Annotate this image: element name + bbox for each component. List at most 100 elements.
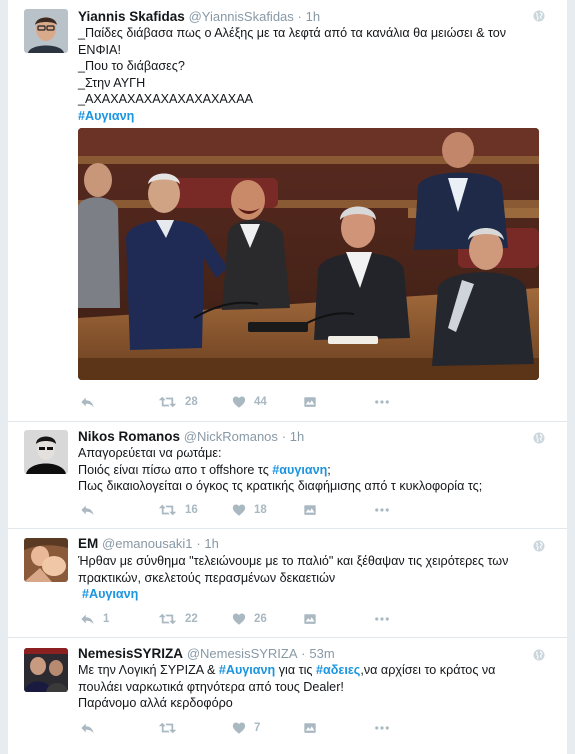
text-segment: για τις bbox=[275, 663, 316, 677]
tweet-text: _Παίδες διάβασα πως ο Αλέξης με τα λεφτά… bbox=[78, 25, 548, 124]
tweet-nemesis-syriza[interactable]: NemesisSYRIZA @NemesisSYRIZA · 53m Με τη… bbox=[8, 638, 567, 754]
more-button[interactable] bbox=[373, 720, 391, 736]
text-line: Απαγορεύεται να ρωτάμε: bbox=[78, 446, 222, 460]
avatar[interactable] bbox=[24, 648, 68, 692]
text-line: ΕΝΦΙΑ! bbox=[78, 42, 121, 57]
timestamp[interactable]: 53m bbox=[309, 646, 334, 661]
tweet-photo[interactable] bbox=[78, 128, 539, 380]
reply-icon bbox=[80, 395, 95, 409]
direct-message-button[interactable] bbox=[303, 502, 317, 518]
timestamp[interactable]: 1h bbox=[306, 9, 320, 24]
message-icon bbox=[303, 503, 317, 517]
text-line: πουλάει ναρκωτικά φτηνότερα από τους Dea… bbox=[78, 679, 344, 694]
separator-dot: · bbox=[281, 429, 287, 444]
heart-icon bbox=[232, 721, 246, 735]
user-handle[interactable]: @NemesisSYRIZA bbox=[187, 646, 298, 661]
text-line: _Παίδες διάβασα πως ο Αλέξης με τα λεφτά… bbox=[78, 26, 507, 40]
tweet-text: Ήρθαν με σύνθημα "τελειώνουμε με το παλι… bbox=[78, 553, 548, 603]
tweet-nikos-romanos[interactable]: Nikos Romanos @NickRomanos · 1h Απαγορεύ… bbox=[8, 422, 567, 529]
like-button[interactable]: 7 bbox=[232, 720, 260, 736]
hashtag-link[interactable]: #Αυγιανη bbox=[78, 108, 548, 125]
text-line: πρακτικών, σκελετούς περασμένων δεκαετιώ… bbox=[78, 570, 336, 585]
more-icon bbox=[373, 395, 391, 409]
avatar[interactable] bbox=[24, 9, 68, 53]
tweet-yiannis-skafidas[interactable]: Yiannis Skafidas @YiannisSkafidas · 1h _… bbox=[8, 0, 567, 422]
reply-button[interactable] bbox=[80, 502, 95, 518]
tweet-header: Yiannis Skafidas @YiannisSkafidas · 1h bbox=[78, 9, 320, 24]
message-icon bbox=[303, 612, 317, 626]
display-name[interactable]: NemesisSYRIZA bbox=[78, 646, 183, 661]
user-handle[interactable]: @YiannisSkafidas bbox=[189, 9, 294, 24]
text-line: Παράνομο αλλά κερδοφόρο bbox=[78, 696, 233, 710]
retweet-button[interactable]: 22 bbox=[158, 611, 198, 627]
retweet-button[interactable]: 28 bbox=[158, 394, 198, 410]
timestamp[interactable]: 1h bbox=[290, 429, 304, 444]
like-button[interactable]: 44 bbox=[232, 394, 267, 410]
tweet-header: Nikos Romanos @NickRomanos · 1h bbox=[78, 429, 304, 444]
text-segment: ; bbox=[327, 462, 331, 477]
retweet-button[interactable] bbox=[158, 720, 177, 736]
text-line: _Στην ΑΥΓΗ bbox=[78, 75, 146, 90]
globe-icon bbox=[533, 540, 545, 552]
retweet-count: 22 bbox=[185, 613, 198, 625]
display-name[interactable]: Nikos Romanos bbox=[78, 429, 180, 444]
tweet-header: EM @emanousaki1 · 1h bbox=[78, 536, 219, 551]
direct-message-button[interactable] bbox=[303, 394, 317, 410]
retweet-icon bbox=[158, 395, 177, 409]
more-icon bbox=[373, 612, 391, 626]
retweet-count: 16 bbox=[185, 504, 198, 516]
tweet-header: NemesisSYRIZA @NemesisSYRIZA · 53m bbox=[78, 646, 335, 661]
tweet-text: Απαγορεύεται να ρωτάμε: Ποιός είναι πίσω… bbox=[78, 445, 548, 495]
message-icon bbox=[303, 721, 317, 735]
tweet-em[interactable]: EM @emanousaki1 · 1h Ήρθαν με σύνθημα "τ… bbox=[8, 529, 567, 638]
tweet-text: Με την Λογική ΣΥΡΙΖΑ & #Αυγιανη για τις … bbox=[78, 662, 548, 712]
reply-icon bbox=[80, 503, 95, 517]
hashtag-link[interactable]: #αδειες bbox=[316, 663, 360, 677]
user-handle[interactable]: @emanousaki1 bbox=[102, 536, 193, 551]
display-name[interactable]: Yiannis Skafidas bbox=[78, 9, 185, 24]
avatar[interactable] bbox=[24, 430, 68, 474]
like-count: 18 bbox=[254, 504, 267, 516]
more-icon bbox=[373, 503, 391, 517]
timestamp[interactable]: 1h bbox=[204, 536, 218, 551]
hashtag-link[interactable]: #Αυγιανη bbox=[219, 663, 275, 677]
reply-button[interactable] bbox=[80, 394, 95, 410]
heart-icon bbox=[232, 612, 246, 626]
direct-message-button[interactable] bbox=[303, 720, 317, 736]
text-segment: Ποιός είναι πίσω απο τ offshore τς bbox=[78, 462, 273, 477]
retweet-button[interactable]: 16 bbox=[158, 502, 198, 518]
reply-button[interactable] bbox=[80, 720, 95, 736]
like-button[interactable]: 26 bbox=[232, 611, 267, 627]
globe-icon bbox=[533, 649, 545, 661]
display-name[interactable]: EM bbox=[78, 536, 98, 551]
text-segment: ,να αρχίσει το κράτος να bbox=[360, 663, 496, 677]
like-count: 26 bbox=[254, 613, 267, 625]
globe-icon bbox=[533, 432, 545, 444]
hashtag-link[interactable]: #Αυγιανη bbox=[78, 586, 548, 603]
separator-dot: · bbox=[297, 9, 302, 24]
more-button[interactable] bbox=[373, 611, 391, 627]
separator-dot: · bbox=[196, 536, 201, 551]
text-line: Ήρθαν με σύνθημα "τελειώνουμε με το παλι… bbox=[78, 554, 509, 568]
more-button[interactable] bbox=[373, 394, 391, 410]
reply-button[interactable]: 1 bbox=[80, 611, 109, 627]
tweet-actions: 1 22 26 bbox=[78, 611, 408, 627]
avatar[interactable] bbox=[24, 538, 68, 582]
user-handle[interactable]: @NickRomanos bbox=[184, 429, 278, 444]
text-line: Πως δικαιολογείται ο όγκος τς κρατικής δ… bbox=[78, 479, 483, 493]
direct-message-button[interactable] bbox=[303, 611, 317, 627]
reply-count: 1 bbox=[103, 613, 110, 625]
tweet-actions: 28 44 bbox=[78, 394, 408, 410]
like-button[interactable]: 18 bbox=[232, 502, 267, 518]
more-button[interactable] bbox=[373, 502, 391, 518]
like-count: 44 bbox=[254, 396, 267, 408]
message-icon bbox=[303, 395, 317, 409]
text-segment: Με την Λογική ΣΥΡΙΖΑ & bbox=[78, 663, 219, 677]
more-icon bbox=[373, 721, 391, 735]
hashtag-link[interactable]: #αυγιανη bbox=[272, 463, 327, 477]
tweet-actions: 16 18 bbox=[78, 502, 408, 518]
separator-dot: · bbox=[301, 646, 306, 661]
retweet-icon bbox=[158, 721, 177, 735]
text-line: _Που το διάβασες? bbox=[78, 59, 185, 73]
tweet-feed: Yiannis Skafidas @YiannisSkafidas · 1h _… bbox=[8, 0, 567, 754]
